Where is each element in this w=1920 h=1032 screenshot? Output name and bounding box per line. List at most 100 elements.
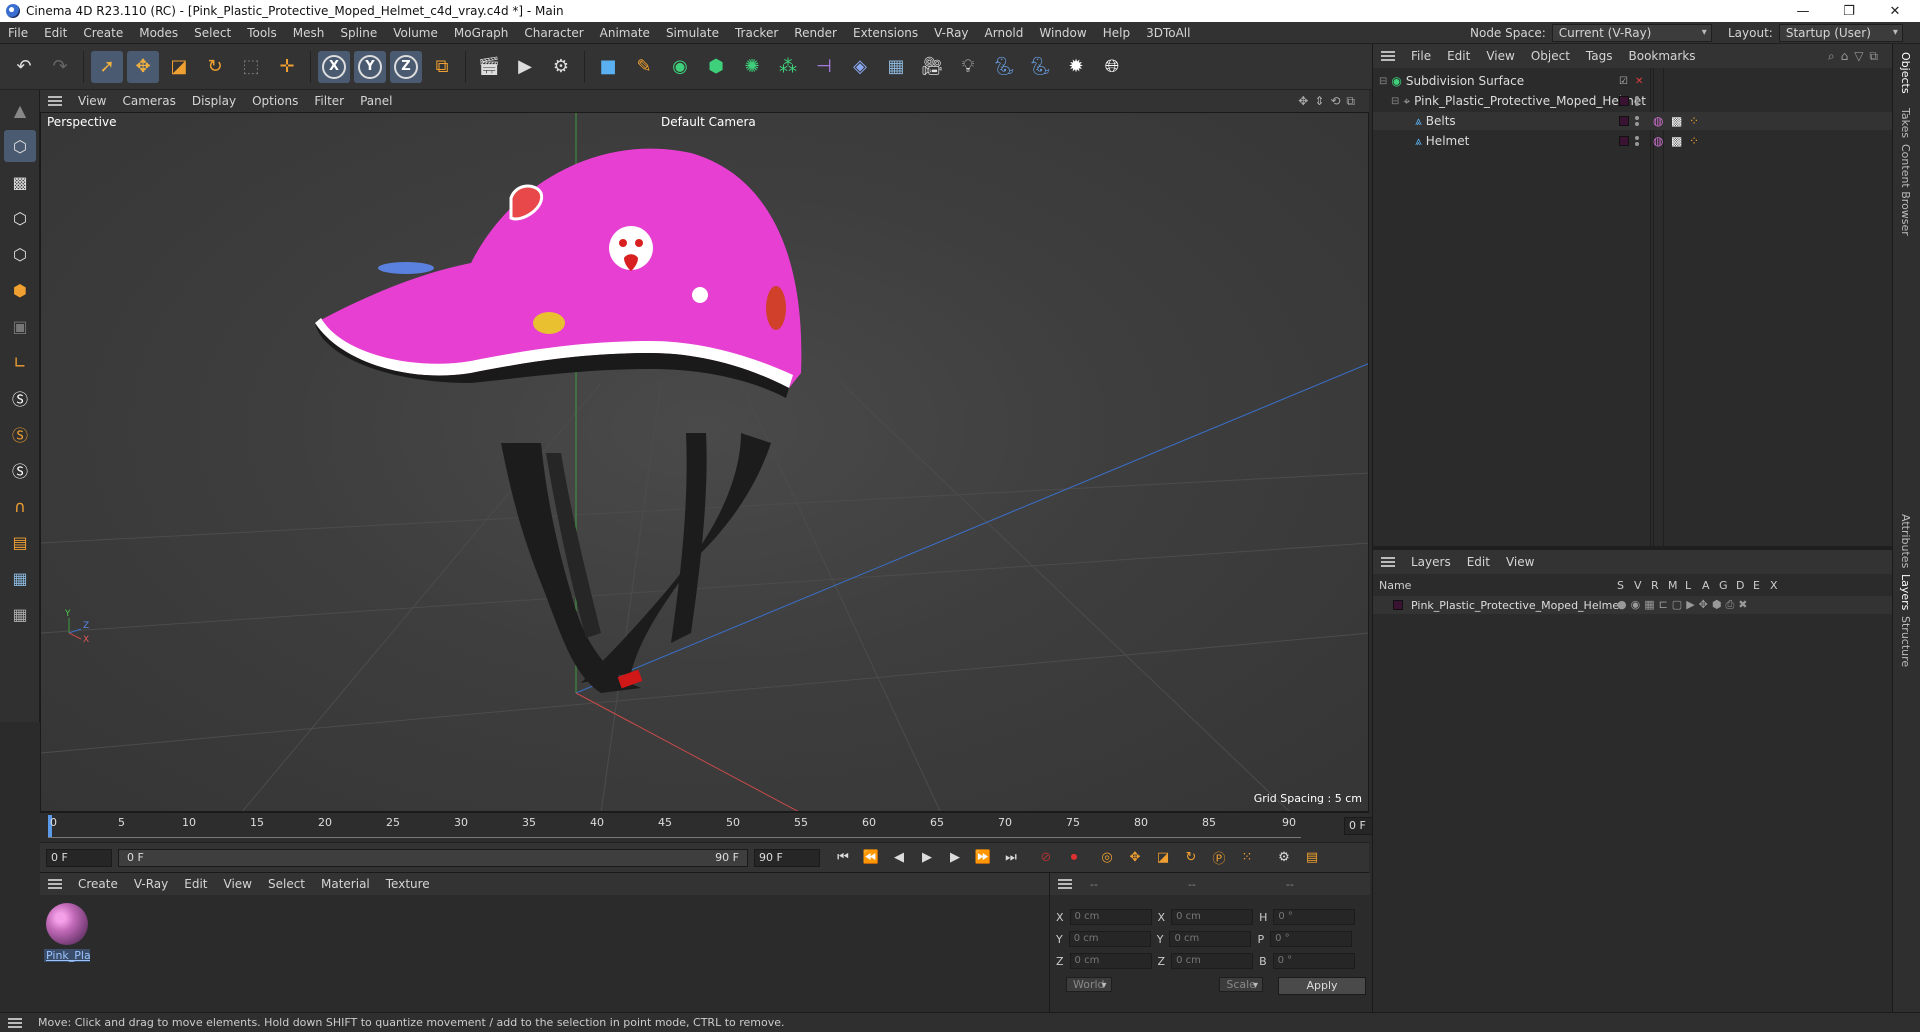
tab-structure[interactable]: Structure bbox=[1899, 616, 1912, 667]
viewport-menu-display[interactable]: Display bbox=[184, 94, 244, 108]
collapse-icon[interactable]: ⊟ bbox=[1379, 76, 1387, 87]
light-icon[interactable]: 💡︎ bbox=[952, 51, 984, 83]
undo-icon[interactable]: ↶ bbox=[8, 51, 40, 83]
next-key-icon[interactable]: ⏩ bbox=[972, 847, 994, 869]
cloner-icon[interactable]: ✺ bbox=[736, 51, 768, 83]
visibility-dots-icon[interactable] bbox=[1635, 95, 1639, 107]
material-name-label[interactable]: Pink_Plas bbox=[44, 949, 90, 962]
maximize-button[interactable]: ❐ bbox=[1826, 0, 1872, 22]
object-name[interactable]: Pink_Plastic_Protective_Moped_Helmet bbox=[1414, 94, 1646, 108]
polygon-mode-icon[interactable]: ⬢ bbox=[4, 274, 36, 306]
menu-spline[interactable]: Spline bbox=[332, 26, 385, 40]
menu-tracker[interactable]: Tracker bbox=[727, 26, 786, 40]
layer-color-swatch[interactable] bbox=[1619, 96, 1629, 106]
autokey-icon[interactable]: ⏺ bbox=[1063, 847, 1085, 869]
layers-menu-edit[interactable]: Edit bbox=[1459, 555, 1498, 569]
apply-button[interactable]: Apply bbox=[1278, 977, 1366, 995]
viewport-menu-filter[interactable]: Filter bbox=[306, 94, 352, 108]
snap-settings-icon[interactable]: Ⓢ bbox=[4, 418, 36, 450]
menu-select[interactable]: Select bbox=[186, 26, 239, 40]
vray-globe-icon[interactable]: 🌐︎ bbox=[1096, 51, 1128, 83]
minimize-button[interactable]: — bbox=[1780, 0, 1826, 22]
tab-objects[interactable]: Objects bbox=[1899, 52, 1912, 94]
phong-tag-icon[interactable]: ⁘ bbox=[1689, 114, 1699, 128]
menu-help[interactable]: Help bbox=[1095, 26, 1138, 40]
workplane-icon[interactable]: ∟ bbox=[4, 346, 36, 378]
material-menu-select[interactable]: Select bbox=[260, 877, 313, 891]
uvw-tag-icon[interactable]: ▩ bbox=[1671, 114, 1682, 128]
uvw-tag-icon[interactable]: ▩ bbox=[1671, 134, 1682, 148]
render-view-icon[interactable]: ▶ bbox=[509, 51, 541, 83]
menu-simulate[interactable]: Simulate bbox=[658, 26, 727, 40]
layer-row[interactable]: Pink_Plastic_Protective_Moped_Helmet ●◉▦… bbox=[1373, 596, 1893, 614]
uv-mode-icon[interactable]: ▣ bbox=[4, 310, 36, 342]
menu-volume[interactable]: Volume bbox=[385, 26, 446, 40]
disable-x-icon[interactable]: ✕ bbox=[1635, 76, 1643, 87]
position-x-field[interactable]: 0 cm bbox=[1069, 909, 1152, 925]
layer-color-swatch[interactable] bbox=[1619, 116, 1629, 126]
material-menu-vray[interactable]: V-Ray bbox=[126, 877, 176, 891]
key-position-icon[interactable]: ✥ bbox=[1124, 847, 1146, 869]
end-frame-field[interactable]: 90 F bbox=[754, 848, 820, 867]
objects-menu-tags[interactable]: Tags bbox=[1578, 49, 1621, 63]
play-icon[interactable]: ▶ bbox=[916, 847, 938, 869]
motion-system-icon[interactable]: ⚙ bbox=[1273, 847, 1295, 869]
objects-search-filter-icons[interactable]: ⌕⌂▽⧉ bbox=[1828, 49, 1884, 64]
menu-tools[interactable]: Tools bbox=[239, 26, 285, 40]
z-axis-lock-icon[interactable]: Z bbox=[390, 50, 422, 83]
material-tag-icon[interactable]: ◍ bbox=[1653, 114, 1663, 128]
object-row-belts[interactable]: ⩓ Belts ◍ ▩ ⁘ bbox=[1373, 112, 1893, 130]
object-name[interactable]: Belts bbox=[1426, 114, 1456, 128]
helmet-model[interactable] bbox=[315, 148, 802, 693]
size-x-field[interactable]: 0 cm bbox=[1171, 909, 1254, 925]
y-axis-lock-icon[interactable]: Y bbox=[354, 50, 386, 83]
snap-grid-icon[interactable]: Ⓢ bbox=[4, 454, 36, 486]
menu-mograph[interactable]: MoGraph bbox=[446, 26, 517, 40]
python-icon[interactable]: 🐍︎ bbox=[988, 51, 1020, 83]
objects-menu-file[interactable]: File bbox=[1403, 49, 1439, 63]
coordinate-mode-dropdown[interactable]: World bbox=[1066, 977, 1112, 992]
model-mode-icon[interactable]: ⬡ bbox=[4, 130, 36, 162]
go-to-start-icon[interactable]: ⏮ bbox=[832, 847, 854, 869]
edge-mode-icon[interactable]: ⬡ bbox=[4, 238, 36, 270]
objects-menu-object[interactable]: Object bbox=[1523, 49, 1578, 63]
layer-color-swatch[interactable] bbox=[1619, 136, 1629, 146]
position-y-field[interactable]: 0 cm bbox=[1068, 931, 1151, 947]
frame-range-slider[interactable]: 0 F 90 F bbox=[118, 848, 748, 867]
layout-dropdown[interactable]: Startup (User) bbox=[1778, 24, 1903, 42]
size-y-field[interactable]: 0 cm bbox=[1169, 931, 1252, 947]
deformer-icon[interactable]: ⊣ bbox=[808, 51, 840, 83]
next-frame-icon[interactable]: ▶ bbox=[944, 847, 966, 869]
objects-menu-edit[interactable]: Edit bbox=[1439, 49, 1478, 63]
layers-menu-view[interactable]: View bbox=[1498, 555, 1542, 569]
render-region-icon[interactable]: 🎬︎ bbox=[473, 51, 505, 83]
menu-mesh[interactable]: Mesh bbox=[285, 26, 333, 40]
key-rotation-icon[interactable]: ↻ bbox=[1180, 847, 1202, 869]
layers-menu-layers[interactable]: Layers bbox=[1403, 555, 1459, 569]
material-tag-icon[interactable]: ◍ bbox=[1653, 134, 1663, 148]
rotation-h-field[interactable]: 0 ° bbox=[1273, 909, 1356, 925]
pen-spline-icon[interactable]: ✎ bbox=[628, 51, 660, 83]
rotation-p-field[interactable]: 0 ° bbox=[1270, 931, 1353, 947]
object-row-helmet[interactable]: ⩓ Helmet ◍ ▩ ⁘ bbox=[1373, 132, 1893, 150]
key-scale-icon[interactable]: ◪ bbox=[1152, 847, 1174, 869]
objects-hamburger-icon[interactable] bbox=[1381, 51, 1395, 61]
tab-content-browser[interactable]: Content Browser bbox=[1899, 144, 1912, 236]
floor-icon[interactable]: ▦ bbox=[880, 51, 912, 83]
objects-menu-bookmarks[interactable]: Bookmarks bbox=[1621, 49, 1704, 63]
phong-tag-icon[interactable]: ⁘ bbox=[1689, 134, 1699, 148]
layer-flag-icons[interactable]: ●◉▦⊏▢▶✥⬢⎙✖ bbox=[1617, 598, 1752, 612]
planar-workplane-icon[interactable]: ▦ bbox=[4, 598, 36, 630]
redo-icon[interactable]: ↷ bbox=[44, 51, 76, 83]
menu-edit[interactable]: Edit bbox=[36, 26, 75, 40]
coordinate-system-icon[interactable]: ⧉ bbox=[426, 51, 458, 83]
material-menu-material[interactable]: Material bbox=[313, 877, 378, 891]
size-z-field[interactable]: 0 cm bbox=[1171, 953, 1254, 969]
snap-icon[interactable]: Ⓢ bbox=[4, 382, 36, 414]
x-axis-lock-icon[interactable]: X bbox=[318, 50, 350, 83]
menu-animate[interactable]: Animate bbox=[592, 26, 658, 40]
extrude-generator-icon[interactable]: ⬢ bbox=[700, 51, 732, 83]
viewport-hamburger-icon[interactable] bbox=[48, 96, 62, 106]
timeline-window-icon[interactable]: ▤ bbox=[1301, 847, 1323, 869]
key-pla-icon[interactable]: ⁙ bbox=[1236, 847, 1258, 869]
